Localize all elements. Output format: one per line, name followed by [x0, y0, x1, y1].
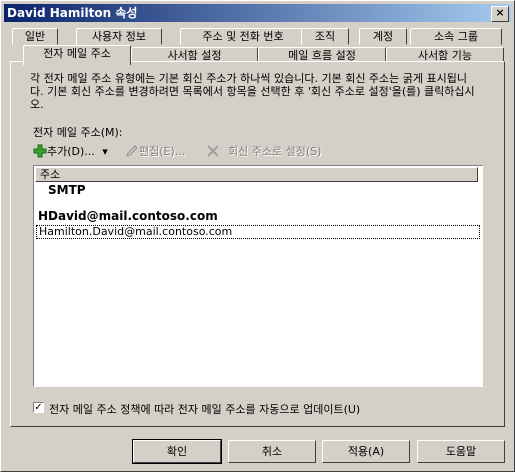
description-text: 각 전자 메일 주소 유형에는 기본 회신 주소가 하나씩 있습니다. 기본 회…	[30, 72, 475, 111]
tab-general[interactable]: 일반	[12, 28, 58, 45]
tab-address-phone[interactable]: 주소 및 전화 번호	[180, 28, 306, 45]
apply-button[interactable]: 적용(A)	[322, 440, 410, 463]
edit-label: 편집(E)...	[139, 145, 186, 158]
x-delete-icon	[206, 144, 220, 158]
column-header-address[interactable]: 주소	[35, 167, 478, 182]
auto-update-checkbox[interactable]: ✓	[33, 402, 44, 413]
pencil-icon	[125, 144, 139, 158]
remove-button[interactable]	[206, 144, 220, 160]
email-address-label: 전자 메일 주소(M):	[33, 126, 123, 139]
email-address-list[interactable]: 주소 SMTP HDavid@mail.contoso.com Hamilton…	[33, 165, 483, 387]
set-reply-button[interactable]: 회신 주소로 설정(S)	[228, 144, 321, 160]
add-icon	[33, 144, 47, 158]
ok-button[interactable]: 확인	[132, 439, 222, 464]
chevron-down-icon[interactable]: ▾	[102, 145, 108, 158]
edit-button[interactable]: 편집(E)...	[125, 144, 185, 160]
auto-update-label[interactable]: 전자 메일 주소 정책에 따라 전자 메일 주소를 자동으로 업데이트(U)	[49, 401, 360, 417]
tab-organization[interactable]: 조직	[301, 28, 349, 45]
add-label: 추가(D)...	[47, 145, 95, 158]
help-button[interactable]: 도움말	[417, 440, 505, 463]
group-header-smtp: SMTP	[48, 183, 86, 197]
cancel-button[interactable]: 취소	[228, 440, 316, 463]
close-button[interactable]: ×	[491, 6, 509, 22]
tab-member-of[interactable]: 소속 그룹	[410, 28, 502, 45]
window-title: David Hamilton 속성	[7, 6, 138, 20]
tab-user-info[interactable]: 사용자 정보	[76, 28, 162, 45]
tab-email-addresses[interactable]: 전자 메일 주소	[23, 45, 131, 65]
add-button[interactable]: 추가(D)... ▾	[33, 144, 108, 160]
list-item-selected[interactable]: Hamilton.David@mail.contoso.com	[36, 225, 480, 239]
tab-account[interactable]: 계정	[359, 28, 407, 45]
list-item-primary[interactable]: HDavid@mail.contoso.com	[38, 209, 218, 223]
title-bar[interactable]: David Hamilton 속성 ×	[4, 4, 511, 22]
